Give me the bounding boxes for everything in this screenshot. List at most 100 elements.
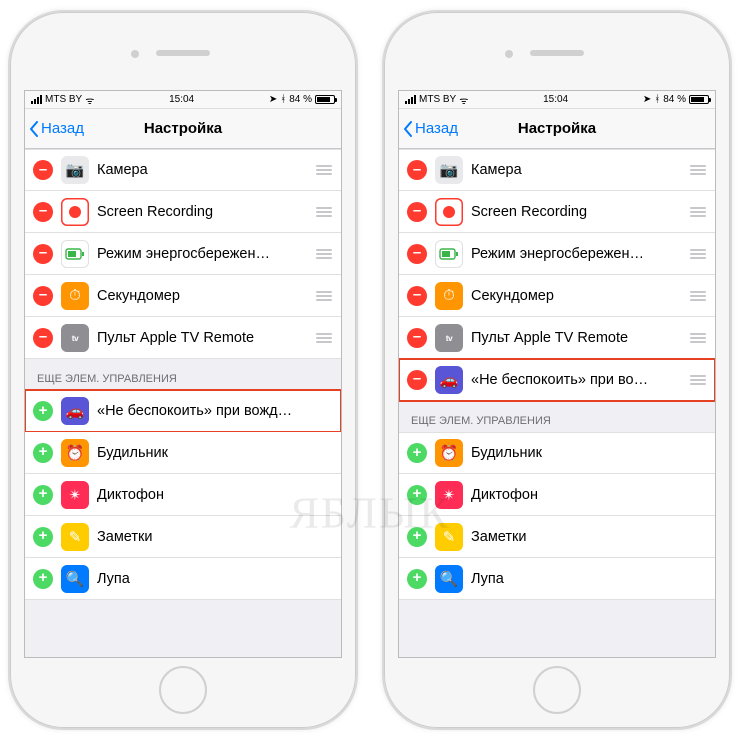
remove-button[interactable] [407,370,427,390]
remove-button[interactable] [407,286,427,306]
remove-button[interactable] [407,244,427,264]
control-row-dnd[interactable]: 🚗«Не беспокоить» при во… [399,359,715,401]
drag-handle-icon[interactable] [315,291,333,301]
remove-button[interactable] [33,244,53,264]
control-row-notes[interactable]: ✎Заметки [399,516,715,558]
remove-button[interactable] [407,202,427,222]
battery-icon [315,95,335,104]
drag-handle-icon[interactable] [315,207,333,217]
dnd-icon: 🚗 [61,397,89,425]
drag-handle-icon[interactable] [689,291,707,301]
home-button[interactable] [533,666,581,714]
remove-button[interactable] [33,202,53,222]
row-label: Заметки [471,529,707,545]
row-label: Пульт Apple TV Remote [97,330,307,346]
section-header-more: ЕЩЕ ЭЛЕМ. УПРАВЛЕНИЯ [399,401,715,432]
add-button[interactable] [33,485,53,505]
remove-button[interactable] [407,328,427,348]
row-label: «Не беспокоить» при вожд… [97,403,333,419]
stopw-icon: ⏱ [61,282,89,310]
control-row-battery[interactable]: Режим энергосбережен… [25,233,341,275]
control-row-mag[interactable]: 🔍Лупа [25,558,341,600]
settings-list[interactable]: 📷КамераScreen RecordingРежим энергосбере… [25,149,341,657]
add-button[interactable] [33,443,53,463]
notes-icon: ✎ [61,523,89,551]
back-label: Назад [41,120,84,137]
control-row-voice[interactable]: ✴Диктофон [399,474,715,516]
row-label: Screen Recording [471,204,681,220]
drag-handle-icon[interactable] [315,333,333,343]
control-row-screc[interactable]: Screen Recording [399,191,715,233]
alarm-icon: ⏰ [435,439,463,467]
remove-button[interactable] [33,160,53,180]
remove-button[interactable] [33,328,53,348]
included-section: 📷 Камера Screen Recording Режим энергосбере… [399,149,715,401]
control-row-voice[interactable]: ✴ Диктофон [25,474,341,516]
drag-handle-icon[interactable] [689,249,707,259]
camera-icon: 📷 [61,156,89,184]
control-row-stopw[interactable]: ⏱Секундомер [25,275,341,317]
settings-list[interactable]: 📷 Камера Screen Recording Режим энергосбере… [399,149,715,657]
battery-pct: 84 % [663,94,686,105]
back-button[interactable]: Назад [403,109,458,148]
row-label: Заметки [97,529,333,545]
control-row-stopw[interactable]: ⏱Секундомер [399,275,715,317]
more-section: 🚗 «Не беспокоить» при вожд… ⏰Будильник ✴ Дик… [25,390,341,600]
add-button[interactable] [33,569,53,589]
back-label: Назад [415,120,458,137]
chevron-left-icon [29,121,39,137]
row-label: Будильник [97,445,333,461]
drag-handle-icon[interactable] [689,333,707,343]
atv-icon: tv [435,324,463,352]
row-label: Секундомер [471,288,681,304]
row-label: Пульт Apple TV Remote [471,330,681,346]
atv-icon: tv [61,324,89,352]
control-row-camera[interactable]: 📷Камера [25,149,341,191]
add-button[interactable] [407,485,427,505]
control-row-battery[interactable]: Режим энергосбережен… [399,233,715,275]
row-label: Лупа [471,571,707,587]
drag-handle-icon[interactable] [689,207,707,217]
carrier-label: MTS BY [45,94,82,105]
row-label: Диктофон [97,487,333,503]
page-title: Настройка [144,120,222,137]
signal-bars-icon [31,95,42,104]
remove-button[interactable] [33,286,53,306]
home-button[interactable] [159,666,207,714]
control-row-screc[interactable]: Screen Recording [25,191,341,233]
drag-handle-icon[interactable] [689,165,707,175]
control-row-camera[interactable]: 📷 Камера [399,149,715,191]
row-label: Камера [471,162,681,178]
mag-icon: 🔍 [435,565,463,593]
voice-icon: ✴ [61,481,89,509]
phone-left: MTS BY ᯤ 15:04 ➤ ᚼ 84 % Назад Настройка [8,10,358,730]
add-button[interactable] [407,569,427,589]
phone-right: MTS BY ᯤ 15:04 ➤ ᚼ 84 % Назад Настройка [382,10,732,730]
front-camera [131,50,139,58]
mag-icon: 🔍 [61,565,89,593]
drag-handle-icon[interactable] [689,375,707,385]
control-row-mag[interactable]: 🔍 Лупа [399,558,715,600]
remove-button[interactable] [407,160,427,180]
add-button[interactable] [407,443,427,463]
bluetooth-icon: ᚼ [654,94,660,105]
add-button[interactable] [33,401,53,421]
control-row-notes[interactable]: ✎ Заметки [25,516,341,558]
wifi-icon: ᯤ [85,93,94,107]
clock: 15:04 [169,94,194,105]
add-button[interactable] [33,527,53,547]
camera-icon: 📷 [435,156,463,184]
drag-handle-icon[interactable] [315,165,333,175]
control-row-atv[interactable]: tv Пульт Apple TV Remote [25,317,341,359]
drag-handle-icon[interactable] [315,249,333,259]
page-title: Настройка [518,120,596,137]
control-row-atv[interactable]: tv Пульт Apple TV Remote [399,317,715,359]
control-row-alarm[interactable]: ⏰Будильник [399,432,715,474]
location-icon: ➤ [269,94,277,105]
front-camera [505,50,513,58]
screc-icon [61,198,89,226]
control-row-dnd[interactable]: 🚗 «Не беспокоить» при вожд… [25,390,341,432]
control-row-alarm[interactable]: ⏰Будильник [25,432,341,474]
add-button[interactable] [407,527,427,547]
back-button[interactable]: Назад [29,109,84,148]
